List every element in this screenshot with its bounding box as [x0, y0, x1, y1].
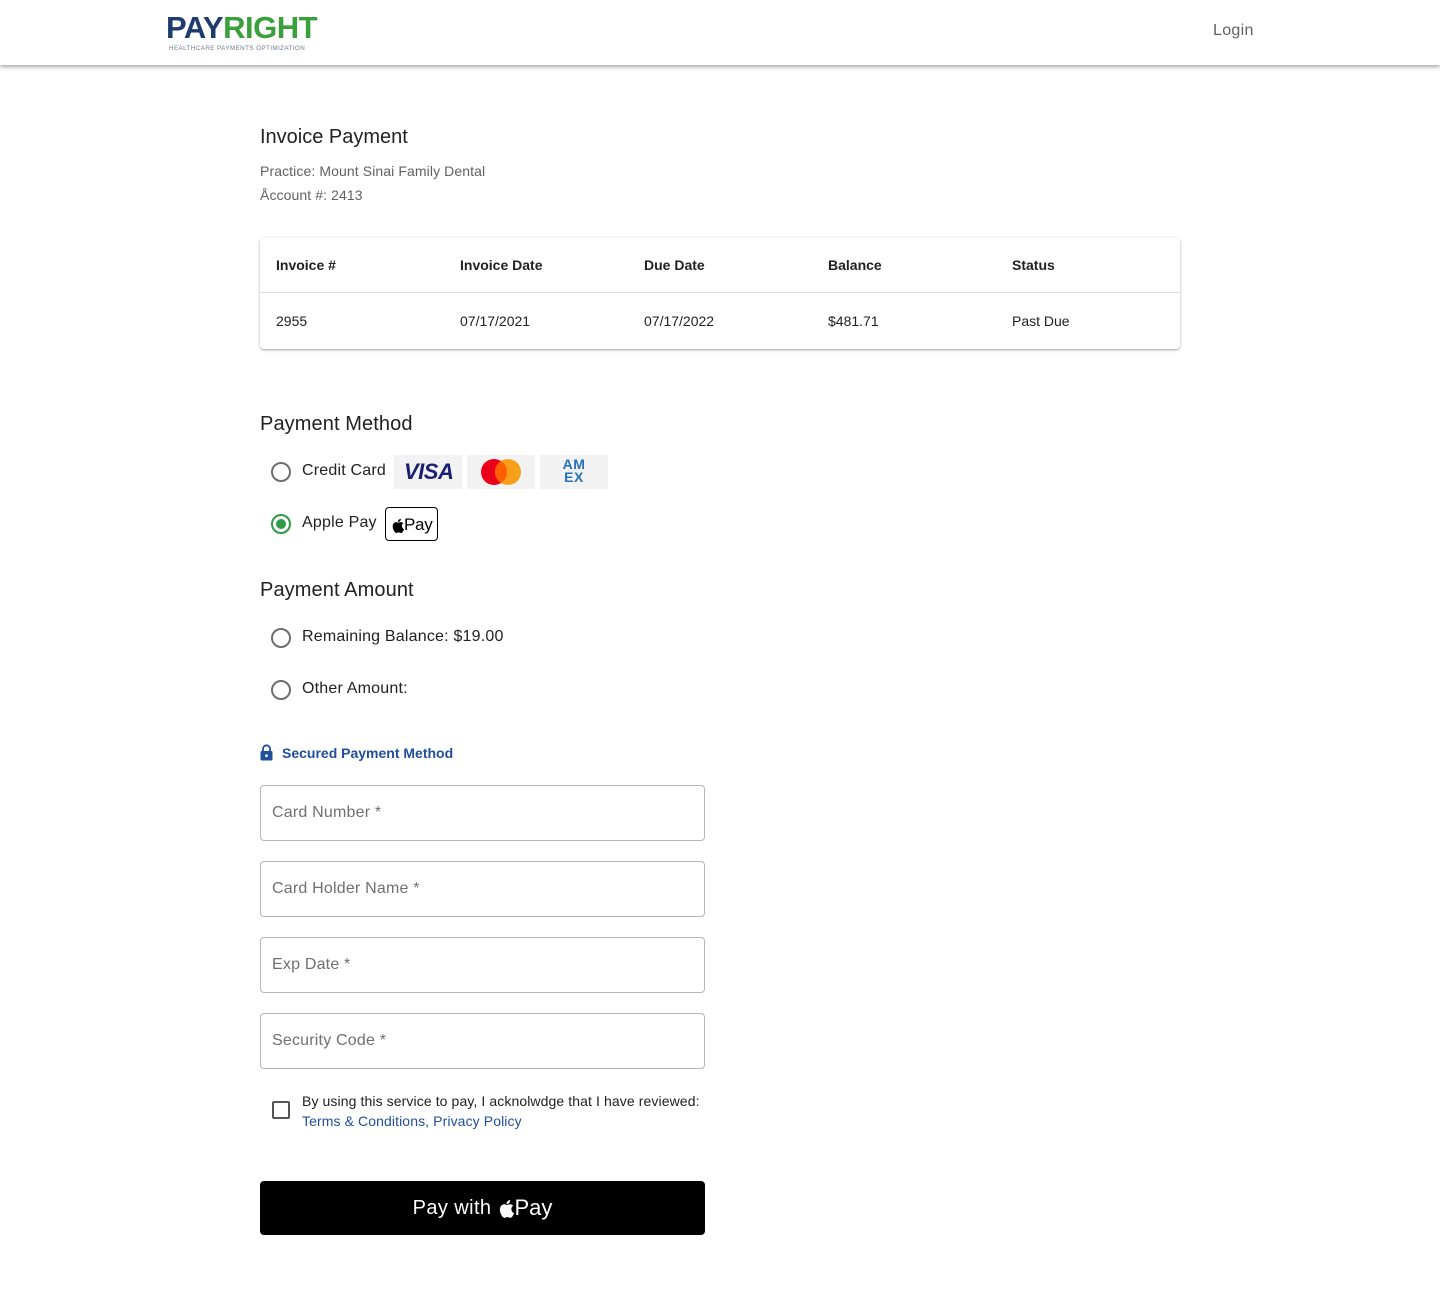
practice-name: Practice: Mount Sinai Family Dental: [260, 163, 486, 179]
cell-balance: $481.71: [828, 313, 879, 329]
logo-wordmark: PAYRIGHT: [166, 10, 318, 45]
visa-wordmark: VISA: [404, 459, 454, 484]
apple-pay-radio[interactable]: [271, 514, 291, 534]
payright-logo[interactable]: PAYRIGHT HEALTHCARE PAYMENTS OPTIMIZATIO…: [166, 12, 326, 54]
agreement-text: By using this service to pay, I acknolwd…: [302, 1093, 700, 1109]
login-link[interactable]: Login: [1213, 22, 1254, 40]
agreement-text-block: By using this service to pay, I acknolwd…: [302, 1091, 700, 1131]
exp-date-input[interactable]: [261, 938, 704, 992]
top-navigation-bar: PAYRIGHT HEALTHCARE PAYMENTS OPTIMIZATIO…: [0, 0, 1440, 65]
card-holder-name-input[interactable]: [261, 862, 704, 916]
invoice-table: Invoice # Invoice Date Due Date Balance …: [260, 238, 1180, 349]
logo-part-pay: PAY: [166, 10, 224, 45]
remaining-balance-label[interactable]: Remaining Balance: $19.00: [302, 628, 504, 646]
pay-with-apple-pay-button[interactable]: Pay with Pay: [260, 1181, 705, 1235]
apple-logo-icon: [392, 518, 404, 533]
card-holder-name-field[interactable]: [260, 861, 705, 917]
pay-button-label: Pay with: [412, 1196, 492, 1219]
apple-logo-icon: [500, 1199, 515, 1218]
apple-pay-badge-text: Pay: [404, 515, 433, 534]
column-header-invoice-number: Invoice #: [276, 257, 336, 273]
remaining-balance-radio[interactable]: [271, 628, 291, 648]
terms-checkbox[interactable]: [272, 1101, 290, 1119]
security-code-input[interactable]: [261, 1014, 704, 1068]
payment-method-heading: Payment Method: [260, 413, 413, 435]
card-number-field[interactable]: [260, 785, 705, 841]
secured-payment-text: Secured Payment Method: [282, 744, 454, 761]
visa-logo: VISA: [394, 455, 462, 489]
pay-button-suffix: Pay: [514, 1195, 553, 1220]
column-header-balance: Balance: [828, 257, 882, 273]
credit-card-radio[interactable]: [271, 462, 291, 482]
terms-link[interactable]: Terms & Conditions,: [302, 1113, 429, 1129]
page-title: Invoice Payment: [260, 126, 408, 148]
amex-wordmark: AM EX: [562, 456, 586, 485]
exp-date-field[interactable]: [260, 937, 705, 993]
cell-status: Past Due: [1012, 313, 1070, 329]
mastercard-circles-icon: [481, 459, 521, 485]
other-amount-radio[interactable]: [271, 680, 291, 700]
lock-icon: [260, 744, 273, 761]
payment-amount-heading: Payment Amount: [260, 579, 414, 601]
mastercard-icon: [467, 455, 535, 489]
cell-due-date: 07/17/2022: [644, 313, 715, 329]
logo-part-right: RIGHT: [223, 10, 318, 45]
main-content: Invoice Payment Practice: Mount Sinai Fa…: [260, 0, 1180, 1297]
card-number-input[interactable]: [261, 786, 704, 840]
account-number: Åccount #: 2413: [260, 187, 363, 203]
other-amount-label[interactable]: Other Amount:: [302, 680, 408, 698]
column-header-invoice-date: Invoice Date: [460, 257, 543, 273]
amex-logo: AM EX: [540, 455, 608, 489]
secured-payment-label: Secured Payment Method: [260, 744, 453, 761]
privacy-policy-link[interactable]: Privacy Policy: [433, 1113, 522, 1129]
apple-pay-label[interactable]: Apple Pay: [302, 514, 377, 532]
cell-invoice-date: 07/17/2021: [460, 313, 531, 329]
cell-invoice-number: 2955: [276, 313, 308, 329]
column-header-status: Status: [1012, 257, 1055, 273]
credit-card-label[interactable]: Credit Card: [302, 462, 386, 480]
logo-tagline: HEALTHCARE PAYMENTS OPTIMIZATION: [169, 45, 306, 52]
security-code-field[interactable]: [260, 1013, 705, 1069]
table-header-row: Invoice # Invoice Date Due Date Balance …: [260, 238, 1180, 293]
column-header-due-date: Due Date: [644, 257, 705, 273]
apple-pay-badge: Pay: [385, 507, 438, 541]
table-row: 2955 07/17/2021 07/17/2022 $481.71 Past …: [260, 293, 1180, 349]
